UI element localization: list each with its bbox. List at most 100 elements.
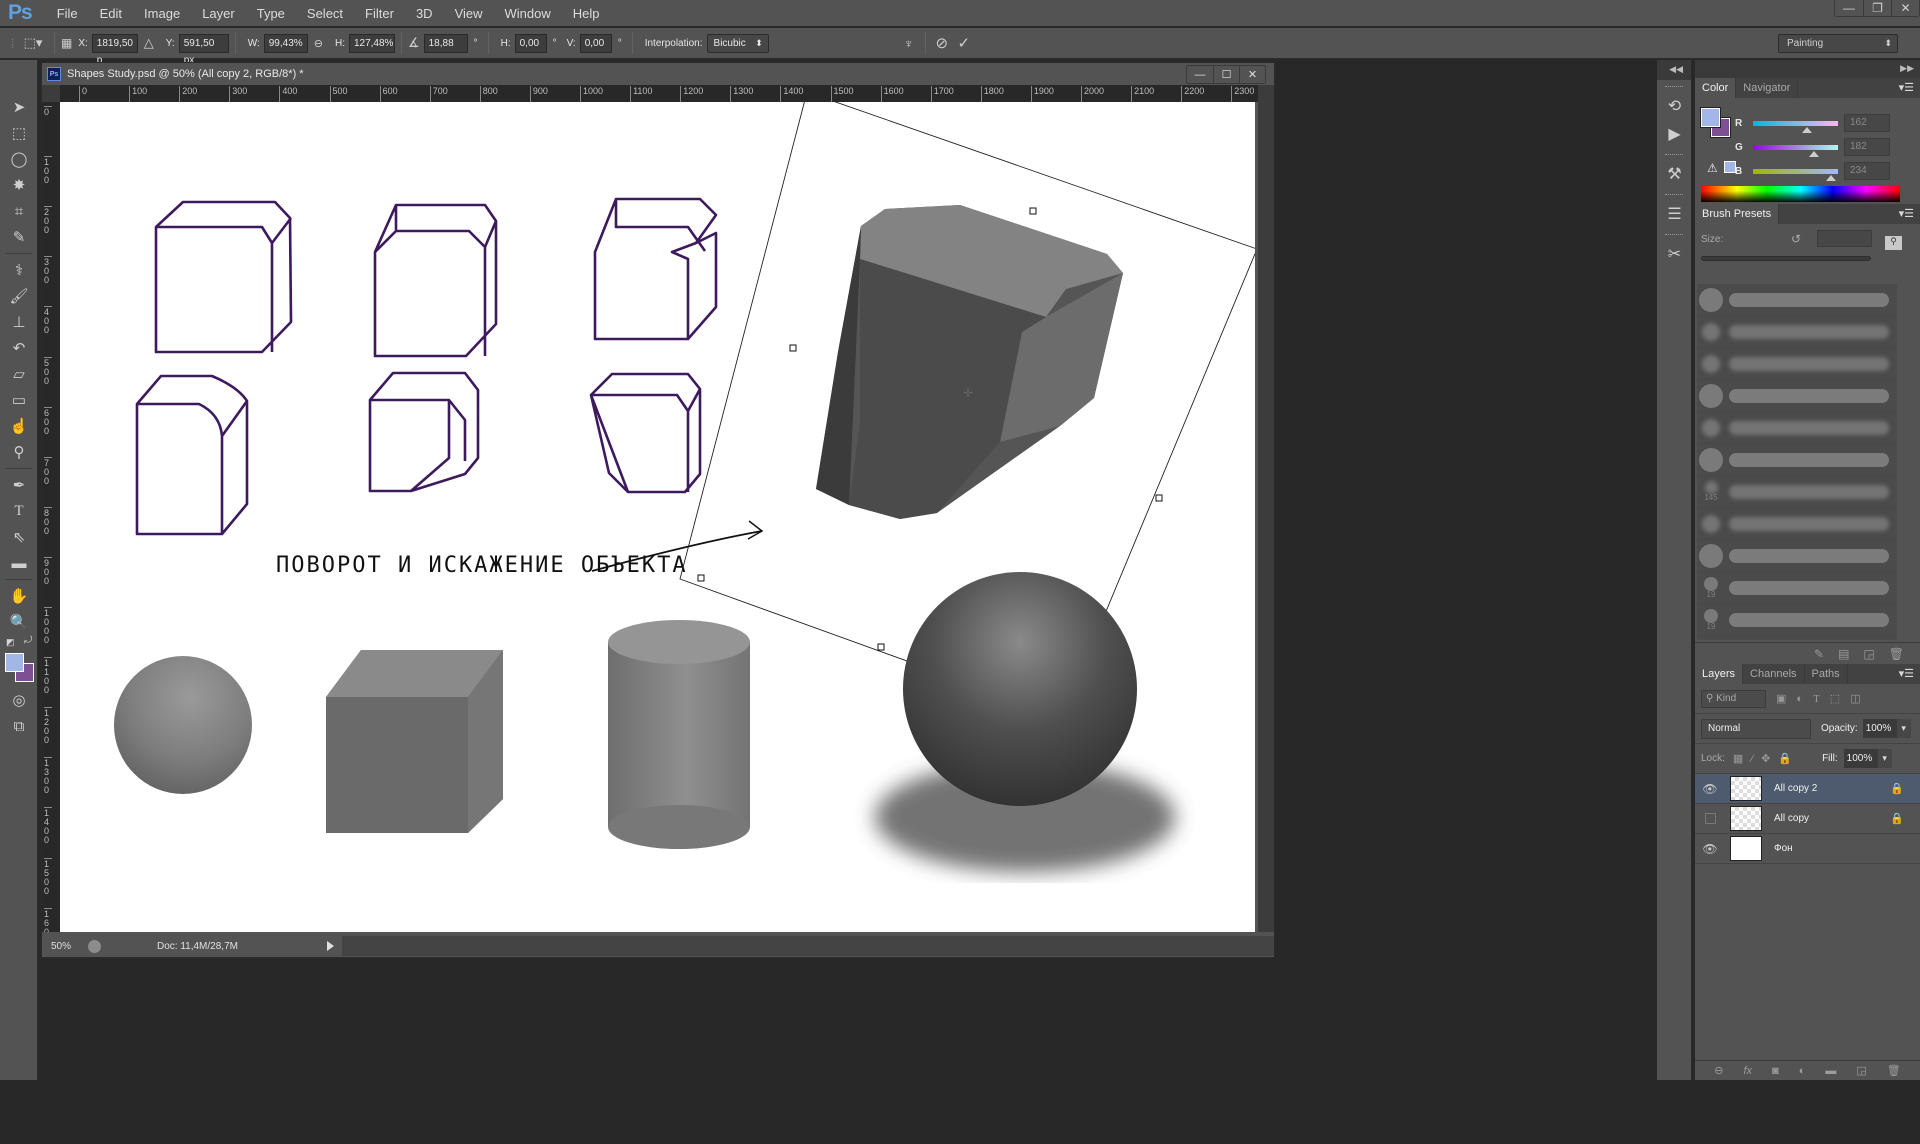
tab-color[interactable]: Color xyxy=(1695,78,1737,98)
tab-layers[interactable]: Layers xyxy=(1695,664,1744,684)
warp-mode-icon[interactable]: ♆ xyxy=(899,36,919,51)
green-value-field[interactable]: 182 xyxy=(1844,138,1890,156)
blue-value-field[interactable]: 234 xyxy=(1844,162,1890,180)
link-icon[interactable]: ⊖ xyxy=(314,37,323,50)
height-field[interactable]: 127,48% xyxy=(348,33,395,53)
gradient-tool-icon[interactable]: ▭ xyxy=(0,387,38,413)
doc-minimize-button[interactable]: — xyxy=(1187,66,1213,83)
horizontal-ruler[interactable]: 0 100 200 300 400 500 600 700 800 900 1000 1100 1200… xyxy=(60,85,1258,102)
handle-bottom[interactable] xyxy=(877,643,885,651)
blue-slider[interactable] xyxy=(1753,168,1838,181)
lock-transparency-icon[interactable]: ▦ xyxy=(1733,752,1743,765)
reset-size-icon[interactable]: ↺ xyxy=(1791,232,1801,246)
filter-shape-icon[interactable]: ⬚ xyxy=(1830,692,1840,705)
menu-type[interactable]: Type xyxy=(246,6,296,21)
layer-row[interactable]: All copy 🔒 xyxy=(1695,804,1920,834)
commit-transform-icon[interactable]: ✓ xyxy=(952,34,976,52)
angle-field[interactable]: 18,88 xyxy=(423,33,468,53)
eye-icon[interactable]: 👁 xyxy=(1695,782,1725,796)
gamut-warning-icon[interactable]: ⚠ xyxy=(1707,161,1718,175)
new-group-icon[interactable]: ▬ xyxy=(1825,1065,1836,1077)
blend-mode-select[interactable]: Normal xyxy=(1701,718,1811,739)
restore-button[interactable]: ❐ xyxy=(1863,0,1891,16)
canvas[interactable]: ПОВОРОТ И ИСКАЖЕНИЕ ОБЪЕКТА ✛ xyxy=(60,102,1255,932)
filter-pixel-icon[interactable]: ▣ xyxy=(1776,692,1786,705)
foreground-color-swatch[interactable] xyxy=(5,653,24,672)
brush-preset-item[interactable] xyxy=(1697,508,1897,540)
filter-adjustment-icon[interactable]: ◐ xyxy=(1796,693,1803,705)
brush-preset-item[interactable] xyxy=(1697,412,1897,444)
workspace-select[interactable]: Painting xyxy=(1778,34,1898,53)
y-field[interactable]: 591,50 px xyxy=(178,33,229,66)
close-button[interactable]: ✕ xyxy=(1891,0,1919,16)
filter-smart-object-icon[interactable]: ◫ xyxy=(1850,692,1860,705)
brush-preset-item[interactable] xyxy=(1697,444,1897,476)
cancel-transform-icon[interactable]: ⊘ xyxy=(932,34,952,52)
menu-filter[interactable]: Filter xyxy=(354,6,405,21)
opacity-dropdown-icon[interactable]: ▾ xyxy=(1896,719,1911,738)
swap-colors-icon[interactable]: ⤾ xyxy=(24,635,32,646)
screen-mode-icon[interactable]: ⧉ xyxy=(0,713,38,739)
clone-source-icon[interactable]: ☰ xyxy=(1657,200,1692,228)
quick-mask-icon[interactable]: ◎ xyxy=(0,687,38,713)
panel-menu-icon[interactable]: ▾☰ xyxy=(1899,667,1914,680)
menu-window[interactable]: Window xyxy=(494,6,562,21)
layer-style-icon[interactable]: fx xyxy=(1743,1065,1752,1077)
menu-select[interactable]: Select xyxy=(296,6,354,21)
horizontal-scrollbar[interactable] xyxy=(342,936,1274,956)
brush-panel-folder-icon[interactable]: ⚲ xyxy=(1885,236,1902,250)
status-menu-arrow-icon[interactable] xyxy=(327,941,334,951)
v-skew-field[interactable]: 0,00 xyxy=(579,33,612,53)
eye-icon[interactable]: 👁 xyxy=(1695,842,1725,856)
vertical-scrollbar[interactable] xyxy=(1258,85,1274,932)
panel-menu-icon[interactable]: ▾☰ xyxy=(1899,207,1914,220)
actions-panel-icon[interactable]: ▶ xyxy=(1657,120,1692,148)
red-slider-thumb[interactable] xyxy=(1802,126,1812,133)
blur-tool-icon[interactable]: ☝ xyxy=(0,413,38,439)
history-brush-tool-icon[interactable]: ↶ xyxy=(0,335,38,361)
toggle-brush-panel-icon[interactable]: ✎ xyxy=(1814,647,1824,661)
new-layer-icon[interactable]: ◲ xyxy=(1856,1064,1866,1077)
tools-settings-icon[interactable]: ✂ xyxy=(1657,240,1692,268)
proof-icon[interactable] xyxy=(88,939,101,953)
brush-tool-icon[interactable]: 🖌 xyxy=(0,283,38,309)
tool-presets-icon[interactable]: ⚒ xyxy=(1657,160,1692,188)
eyedropper-tool-icon[interactable]: ✎ xyxy=(0,224,38,250)
menu-image[interactable]: Image xyxy=(133,6,191,21)
brush-preset-item[interactable] xyxy=(1697,348,1897,380)
history-panel-icon[interactable]: ⟲ xyxy=(1657,92,1692,120)
crop-tool-icon[interactable]: ⌗ xyxy=(0,198,38,224)
green-slider-thumb[interactable] xyxy=(1808,150,1819,157)
brush-settings-icon[interactable]: ▤ xyxy=(1838,647,1849,661)
brush-preset-item[interactable]: 19 xyxy=(1697,604,1897,636)
red-value-field[interactable]: 162 xyxy=(1844,114,1890,132)
collapse-dock-icon[interactable]: ◀◀ xyxy=(1657,60,1691,80)
dodge-tool-icon[interactable]: ⚲ xyxy=(0,439,38,465)
delete-brush-icon[interactable]: 🗑 xyxy=(1889,647,1904,661)
ruler-origin[interactable] xyxy=(42,85,60,102)
doc-close-button[interactable]: ✕ xyxy=(1239,66,1265,83)
new-brush-icon[interactable]: ◲ xyxy=(1863,647,1874,661)
visibility-toggle[interactable] xyxy=(1695,813,1725,824)
brush-preset-item[interactable] xyxy=(1697,316,1897,348)
magic-wand-tool-icon[interactable]: ✸ xyxy=(0,172,38,198)
doc-maximize-button[interactable]: ☐ xyxy=(1213,66,1239,83)
red-slider[interactable] xyxy=(1753,120,1838,133)
brush-preset-item[interactable] xyxy=(1697,540,1897,572)
width-field[interactable]: 99,43% xyxy=(263,33,308,53)
brush-preset-item[interactable] xyxy=(1697,284,1897,316)
relative-position-icon[interactable]: △ xyxy=(144,35,154,51)
vertical-ruler[interactable]: 0 100 200 300 400 500 600 700 800 900 1000 1100 1200… xyxy=(42,102,60,932)
handle-right[interactable] xyxy=(1155,494,1163,502)
menu-3d[interactable]: 3D xyxy=(405,6,444,21)
expand-panels-icon[interactable]: ▶▶ xyxy=(1695,60,1920,78)
marquee-tool-icon[interactable]: ⬚ xyxy=(0,120,38,146)
brush-preset-item[interactable]: 145 xyxy=(1697,476,1897,508)
foreground-color-swatch[interactable] xyxy=(1700,107,1721,128)
size-field[interactable] xyxy=(1817,230,1872,247)
healing-brush-tool-icon[interactable]: ⚕ xyxy=(0,257,38,283)
lock-pixels-icon[interactable]: ⁄ xyxy=(1751,753,1753,765)
layer-filter-select[interactable]: ⚲ Kind xyxy=(1701,689,1766,708)
tab-brush-presets[interactable]: Brush Presets xyxy=(1695,204,1780,224)
eraser-tool-icon[interactable]: ▱ xyxy=(0,361,38,387)
